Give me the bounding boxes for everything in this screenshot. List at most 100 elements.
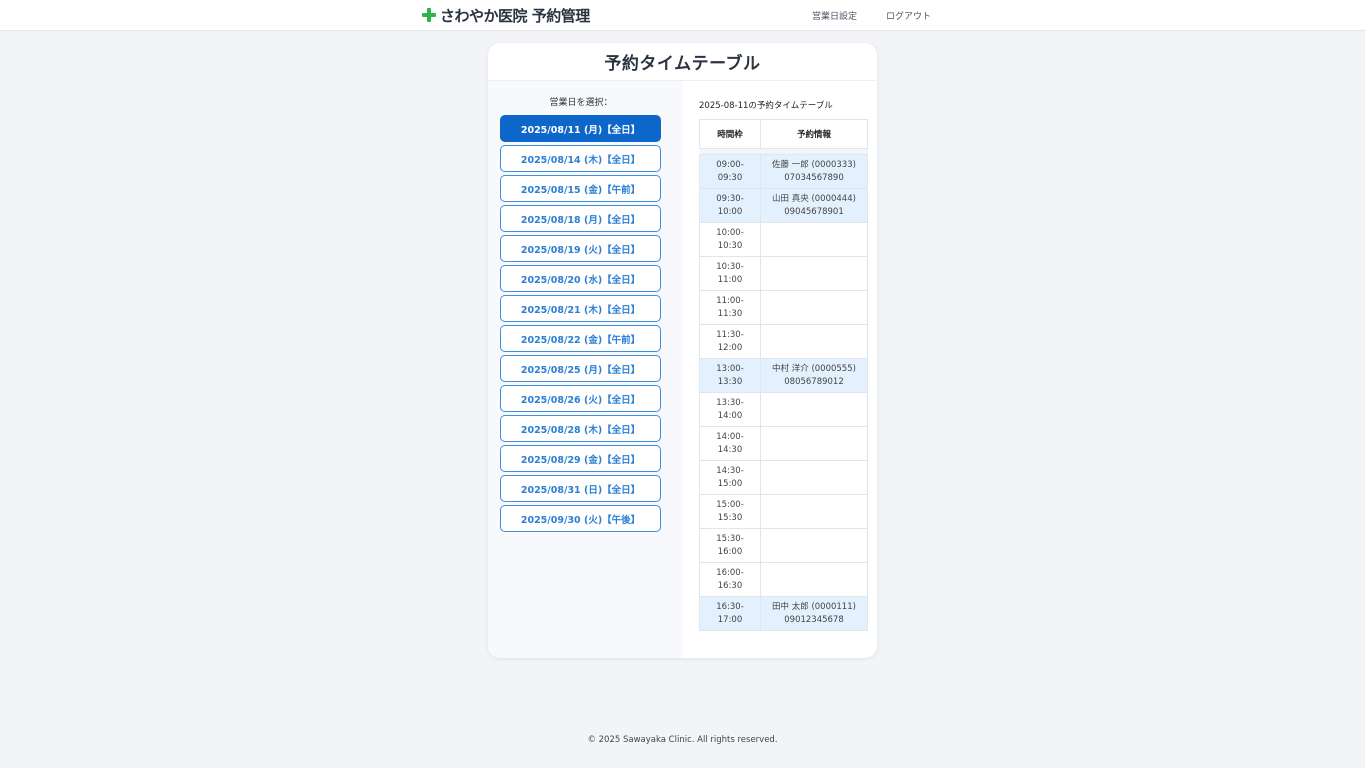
table-row: 13:30- 14:00: [699, 392, 868, 427]
patient-name: 中村 洋介 (0000555): [772, 364, 856, 374]
booking-info-cell: 山田 真央 (0000444) 09045678901: [760, 188, 868, 223]
booking-info-cell: [760, 460, 868, 495]
table-row: 09:30- 10:00 山田 真央 (0000444) 09045678901: [699, 188, 868, 223]
slot-end: 15:00: [717, 478, 743, 489]
top-navbar: さわやか医院 予約管理 営業日設定 ログアウト: [0, 0, 1365, 31]
date-button[interactable]: 2025/08/14 (木)【全日】: [500, 145, 661, 172]
booking-info-cell: [760, 222, 868, 257]
time-slot-cell: 09:00- 09:30: [699, 154, 761, 189]
time-slot-cell: 11:30- 12:00: [699, 324, 761, 359]
date-button[interactable]: 2025/08/22 (金)【午前】: [500, 325, 661, 352]
time-slot-cell: 13:30- 14:00: [699, 392, 761, 427]
slot-start: 15:00-: [716, 500, 744, 510]
date-button[interactable]: 2025/08/31 (日)【全日】: [500, 475, 661, 502]
slot-start: 14:30-: [716, 466, 744, 476]
patient-name: 田中 太郎 (0000111): [772, 602, 856, 612]
date-button[interactable]: 2025/08/21 (木)【全日】: [500, 295, 661, 322]
date-button[interactable]: 2025/08/18 (月)【全日】: [500, 205, 661, 232]
slot-start: 13:00-: [716, 364, 744, 374]
booking-info-cell: [760, 290, 868, 325]
slot-end: 10:30: [717, 240, 743, 251]
plus-icon: [422, 8, 436, 22]
table-row: 15:00- 15:30: [699, 494, 868, 529]
slot-start: 11:30-: [716, 330, 744, 340]
time-slot-cell: 16:30- 17:00: [699, 596, 761, 631]
table-row: 10:30- 11:00: [699, 256, 868, 291]
slot-start: 09:30-: [716, 194, 744, 204]
patient-phone: 09045678901: [784, 206, 844, 217]
booking-info-cell: 中村 洋介 (0000555) 08056789012: [760, 358, 868, 393]
timetable-card: 予約タイムテーブル 営業日を選択： 2025/08/11 (月)【全日】 2025…: [488, 43, 877, 658]
booking-info-cell: 田中 太郎 (0000111) 09012345678: [760, 596, 868, 631]
patient-phone: 09012345678: [784, 614, 844, 625]
table-row: 14:30- 15:00: [699, 460, 868, 495]
table-row: 11:30- 12:00: [699, 324, 868, 359]
slot-end: 11:00: [717, 274, 743, 285]
date-list: 2025/08/11 (月)【全日】 2025/08/14 (木)【全日】 2025…: [500, 115, 662, 535]
booking-info-cell: [760, 528, 868, 563]
table-row: 14:00- 14:30: [699, 426, 868, 461]
slot-start: 10:30-: [716, 262, 744, 272]
date-button[interactable]: 2025/08/19 (火)【全日】: [500, 235, 661, 262]
slot-end: 13:30: [717, 376, 743, 387]
booking-info-cell: [760, 426, 868, 461]
nav-business-days-link[interactable]: 営業日設定: [812, 9, 857, 22]
patient-name: 佐藤 一郎 (0000333): [772, 160, 856, 170]
table-row: 11:00- 11:30: [699, 290, 868, 325]
booking-info-cell: [760, 392, 868, 427]
slot-start: 11:00-: [716, 296, 744, 306]
brand-link[interactable]: さわやか医院 予約管理: [422, 5, 590, 25]
time-slot-cell: 10:30- 11:00: [699, 256, 761, 291]
date-button[interactable]: 2025/08/20 (水)【全日】: [500, 265, 661, 292]
table-row: 10:00- 10:30: [699, 222, 868, 257]
date-select-label: 営業日を選択：: [549, 98, 613, 108]
timetable-caption: 2025-08-11の予約タイムテーブル: [699, 101, 833, 111]
booking-info-cell: 佐藤 一郎 (0000333) 07034567890: [760, 154, 868, 189]
booking-info-cell: [760, 324, 868, 359]
slot-end: 12:00: [717, 342, 743, 353]
patient-phone: 08056789012: [784, 376, 844, 387]
time-slot-cell: 10:00- 10:30: [699, 222, 761, 257]
time-slot-cell: 16:00- 16:30: [699, 562, 761, 597]
slot-start: 10:00-: [716, 228, 744, 238]
patient-name: 山田 真央 (0000444): [772, 194, 856, 204]
time-slot-cell: 09:30- 10:00: [699, 188, 761, 223]
booking-info-cell: [760, 494, 868, 529]
date-selector-panel: 営業日を選択： 2025/08/11 (月)【全日】 2025/08/14 (木)…: [488, 81, 682, 658]
time-slot-cell: 11:00- 11:30: [699, 290, 761, 325]
timetable: 時間枠 予約情報 09:00- 09:30 佐藤 一郎 (0000333) 07034…: [699, 119, 868, 631]
slot-start: 14:00-: [716, 432, 744, 442]
time-slot-cell: 15:00- 15:30: [699, 494, 761, 529]
date-button[interactable]: 2025/08/26 (火)【全日】: [500, 385, 661, 412]
date-button[interactable]: 2025/08/29 (金)【全日】: [500, 445, 661, 472]
booking-info-cell: [760, 562, 868, 597]
table-row: 16:00- 16:30: [699, 562, 868, 597]
time-slot-cell: 14:00- 14:30: [699, 426, 761, 461]
slot-start: 15:30-: [716, 534, 744, 544]
time-slot-cell: 15:30- 16:00: [699, 528, 761, 563]
slot-end: 10:00: [717, 206, 743, 217]
slot-end: 11:30: [717, 308, 743, 319]
slot-start: 16:30-: [716, 602, 744, 612]
slot-end: 09:30: [717, 172, 743, 183]
table-row: 13:00- 13:30 中村 洋介 (0000555) 08056789012: [699, 358, 868, 393]
date-button[interactable]: 2025/08/28 (木)【全日】: [500, 415, 661, 442]
date-button[interactable]: 2025/08/15 (金)【午前】: [500, 175, 661, 202]
slot-end: 16:30: [717, 580, 743, 591]
slot-start: 09:00-: [716, 160, 744, 170]
slot-end: 16:00: [717, 546, 743, 557]
date-button[interactable]: 2025/09/30 (火)【午後】: [500, 505, 661, 532]
booking-info-cell: [760, 256, 868, 291]
slot-end: 17:00: [717, 614, 743, 625]
date-button[interactable]: 2025/08/11 (月)【全日】: [500, 115, 661, 142]
patient-phone: 07034567890: [784, 172, 844, 183]
nav-logout-link[interactable]: ログアウト: [886, 9, 931, 22]
timetable-header-row: 時間枠 予約情報: [699, 119, 868, 149]
slot-end: 14:30: [717, 444, 743, 455]
table-row: 09:00- 09:30 佐藤 一郎 (0000333) 07034567890: [699, 154, 868, 189]
date-button[interactable]: 2025/08/25 (月)【全日】: [500, 355, 661, 382]
footer-copyright: © 2025 Sawayaka Clinic. All rights reser…: [587, 735, 778, 745]
table-row: 16:30- 17:00 田中 太郎 (0000111) 09012345678: [699, 596, 868, 631]
page-title: 予約タイムテーブル: [488, 43, 877, 81]
column-header-time: 時間枠: [699, 119, 761, 149]
